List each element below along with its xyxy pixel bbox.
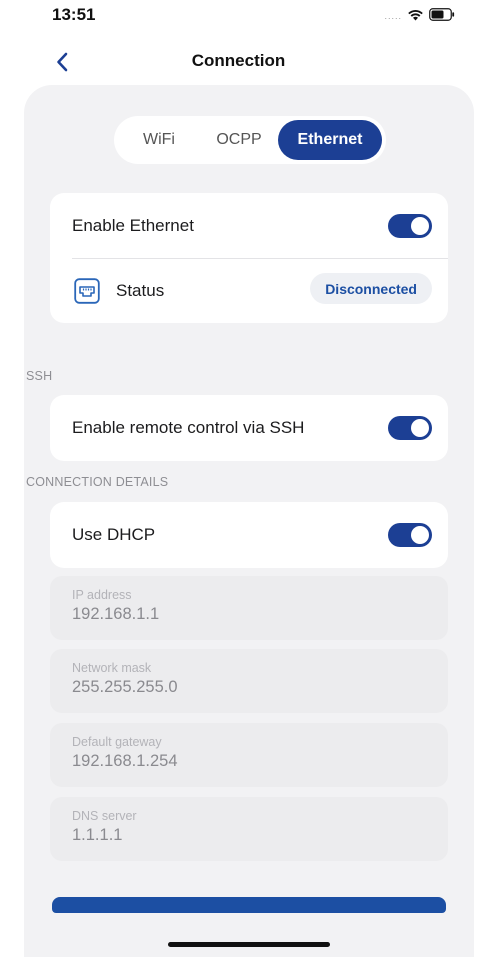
toggle-knob: [411, 419, 429, 437]
tab-ocpp[interactable]: OCPP: [200, 120, 278, 160]
ssh-toggle-label: Enable remote control via SSH: [72, 418, 305, 437]
dhcp-card: Use DHCP: [50, 502, 448, 568]
content-sheet: WiFi OCPP Ethernet Enable Ethernet Statu…: [24, 85, 474, 957]
ip-address-value: 192.168.1.1: [72, 605, 160, 623]
ssh-row: Enable remote control via SSH: [50, 395, 448, 461]
dhcp-label: Use DHCP: [72, 525, 156, 544]
status-badge: Disconnected: [310, 273, 432, 304]
default-gateway-label: Default gateway: [72, 735, 162, 749]
ssh-card: Enable remote control via SSH: [50, 395, 448, 461]
status-row: Status Disconnected: [50, 259, 448, 323]
ssh-section-title: SSH: [26, 369, 53, 383]
tab-ethernet[interactable]: Ethernet: [278, 120, 382, 160]
default-gateway-value: 192.168.1.254: [72, 752, 178, 770]
dns-server-field[interactable]: DNS server 1.1.1.1: [50, 797, 448, 861]
wifi-icon: [407, 8, 424, 21]
status-icons: .....: [384, 8, 455, 21]
connection-details-title: CONNECTION DETAILS: [26, 475, 169, 489]
nav-bar: Connection: [0, 44, 477, 80]
toggle-knob: [411, 526, 429, 544]
enable-ethernet-toggle[interactable]: [388, 213, 432, 238]
signal-icon: .....: [384, 11, 402, 21]
status-label: Status: [116, 281, 165, 300]
save-button[interactable]: [52, 897, 446, 913]
network-mask-field[interactable]: Network mask 255.255.255.0: [50, 649, 448, 713]
ssh-toggle[interactable]: [388, 416, 432, 440]
ethernet-port-icon: [74, 278, 100, 304]
home-indicator[interactable]: [168, 942, 330, 947]
dhcp-toggle[interactable]: [388, 523, 432, 547]
enable-ethernet-label: Enable Ethernet: [72, 215, 194, 235]
enable-ethernet-row: Enable Ethernet: [50, 193, 448, 258]
ip-address-field[interactable]: IP address 192.168.1.1: [50, 576, 448, 640]
battery-icon: [429, 8, 455, 21]
toggle-knob: [411, 216, 429, 235]
tab-wifi[interactable]: WiFi: [118, 120, 200, 160]
ethernet-card: Enable Ethernet Status Disconnected: [50, 193, 448, 323]
dns-server-value: 1.1.1.1: [72, 826, 123, 844]
connection-type-tabs: WiFi OCPP Ethernet: [114, 116, 386, 164]
network-mask-value: 255.255.255.0: [72, 678, 178, 696]
default-gateway-field[interactable]: Default gateway 192.168.1.254: [50, 723, 448, 787]
dns-server-label: DNS server: [72, 809, 137, 823]
ip-address-label: IP address: [72, 588, 132, 602]
page-title: Connection: [191, 51, 286, 70]
network-mask-label: Network mask: [72, 661, 152, 675]
dhcp-row: Use DHCP: [50, 502, 448, 568]
status-time: 13:51: [52, 5, 96, 24]
status-bar: 13:51 .....: [0, 0, 477, 36]
